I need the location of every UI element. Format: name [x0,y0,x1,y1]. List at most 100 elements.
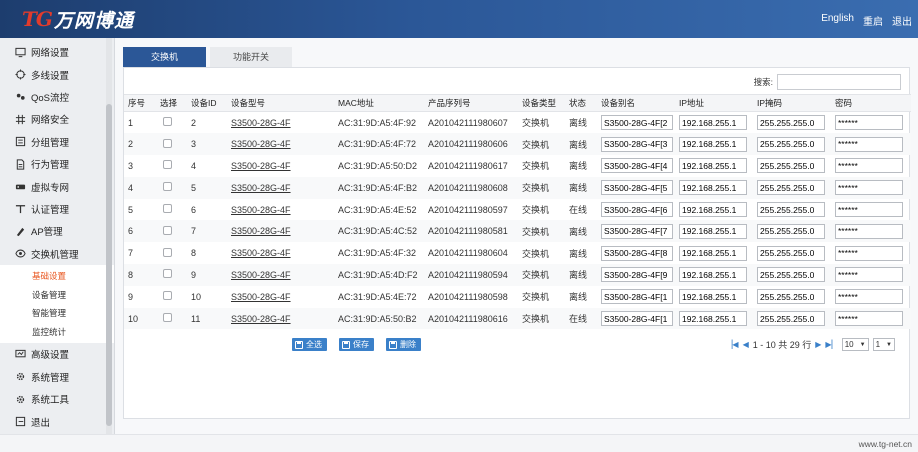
sidebar-item-network[interactable]: 网络设置 [0,41,114,63]
submenu-monitoring[interactable]: 监控统计 [0,323,114,342]
sidebar-item-behavior[interactable]: 行为管理 [0,153,114,175]
sidebar-item-tools[interactable]: 系统工具 [0,388,114,410]
alias-input[interactable] [601,289,673,305]
submenu-basic-settings[interactable]: 基础设置 [0,267,114,286]
next-page-icon[interactable]: ▶ [815,340,821,349]
ip-input[interactable] [679,158,747,174]
mask-input[interactable] [757,115,825,131]
ip-input[interactable] [679,115,747,131]
mask-input[interactable] [757,158,825,174]
password-input[interactable] [835,180,903,196]
ip-input[interactable] [679,136,747,152]
alias-input[interactable] [601,311,673,327]
mask-input[interactable] [757,180,825,196]
password-input[interactable] [835,158,903,174]
row-checkbox[interactable] [163,269,172,279]
sidebar-item-vpn[interactable]: 虚拟专网 [0,175,114,197]
row-checkbox[interactable] [163,291,172,301]
cell-ip [675,264,753,286]
last-page-icon[interactable]: ▶▏ [825,340,837,349]
sidebar-item-ap[interactable]: AP管理 [0,220,114,242]
prev-page-icon[interactable]: ◀ [743,340,749,349]
mask-input[interactable] [757,267,825,283]
mask-input[interactable] [757,289,825,305]
select-all-button[interactable]: 全选 [292,338,327,351]
password-input[interactable] [835,223,903,239]
ip-input[interactable] [679,311,747,327]
save-button[interactable]: 保存 [339,338,374,351]
reboot-link[interactable]: 重启 [863,13,883,28]
submenu-device-management[interactable]: 设备管理 [0,286,114,305]
tab-switch[interactable]: 交换机 [123,47,206,67]
alias-input[interactable] [601,202,673,218]
submenu-smart-management[interactable]: 智能管理 [0,304,114,323]
sidebar-item-group[interactable]: 分组管理 [0,131,114,153]
model-link[interactable]: S3500-28G-4F [231,205,291,215]
sidebar-scroll-thumb[interactable] [106,104,112,426]
alias-input[interactable] [601,267,673,283]
page-number-value: 1 [875,340,881,349]
search-input[interactable] [777,74,901,90]
sidebar-item-security[interactable]: 网络安全 [0,108,114,130]
row-checkbox[interactable] [163,204,172,214]
alias-input[interactable] [601,223,673,239]
page-number-select[interactable]: 1 ▼ [872,338,895,351]
sidebar-scrollbar[interactable] [106,38,112,434]
mask-input[interactable] [757,223,825,239]
ip-input[interactable] [679,202,747,218]
model-link[interactable]: S3500-28G-4F [231,248,291,258]
mask-input[interactable] [757,311,825,327]
ip-input[interactable] [679,223,747,239]
mask-input[interactable] [757,136,825,152]
password-input[interactable] [835,245,903,261]
sidebar-item-exit[interactable]: 退出 [0,410,114,432]
model-link[interactable]: S3500-28G-4F [231,118,291,128]
alias-input[interactable] [601,115,673,131]
password-input[interactable] [835,136,903,152]
sidebar-item-qos[interactable]: QoS流控 [0,86,114,108]
mask-input[interactable] [757,245,825,261]
tab-function-switch[interactable]: 功能开关 [210,47,292,67]
alias-input[interactable] [601,245,673,261]
sidebar-item-auth[interactable]: 认证管理 [0,198,114,220]
alias-input[interactable] [601,180,673,196]
password-input[interactable] [835,311,903,327]
row-checkbox[interactable] [163,182,172,192]
model-link[interactable]: S3500-28G-4F [231,314,291,324]
mask-input[interactable] [757,202,825,218]
row-checkbox[interactable] [163,138,172,148]
row-checkbox[interactable] [163,247,172,257]
password-input[interactable] [835,202,903,218]
sidebar-item-system[interactable]: 系统管理 [0,366,114,388]
english-link[interactable]: English [821,13,854,28]
password-input[interactable] [835,267,903,283]
first-page-icon[interactable]: ▕◀ [726,340,738,349]
logout-link[interactable]: 退出 [892,13,912,28]
ip-input[interactable] [679,267,747,283]
sidebar-item-multiline[interactable]: 多线设置 [0,63,114,85]
ip-input[interactable] [679,180,747,196]
row-checkbox[interactable] [163,117,172,127]
monitor-icon [14,46,26,58]
alias-input[interactable] [601,136,673,152]
action-buttons: 全选 保存 删除 [292,338,421,351]
row-checkbox[interactable] [163,160,172,170]
sidebar-item-switch[interactable]: 交换机管理 [0,243,114,265]
password-input[interactable] [835,289,903,305]
ip-input[interactable] [679,289,747,305]
password-input[interactable] [835,115,903,131]
row-checkbox[interactable] [163,225,172,235]
cell-password [831,220,911,243]
model-link[interactable]: S3500-28G-4F [231,183,291,193]
model-link[interactable]: S3500-28G-4F [231,139,291,149]
sidebar-item-advanced[interactable]: 高级设置 [0,343,114,365]
delete-button[interactable]: 删除 [386,338,421,351]
row-checkbox[interactable] [163,313,172,323]
page-size-select[interactable]: 10 ▼ [841,338,869,351]
model-link[interactable]: S3500-28G-4F [231,270,291,280]
alias-input[interactable] [601,158,673,174]
model-link[interactable]: S3500-28G-4F [231,161,291,171]
model-link[interactable]: S3500-28G-4F [231,226,291,236]
ip-input[interactable] [679,245,747,261]
model-link[interactable]: S3500-28G-4F [231,292,291,302]
